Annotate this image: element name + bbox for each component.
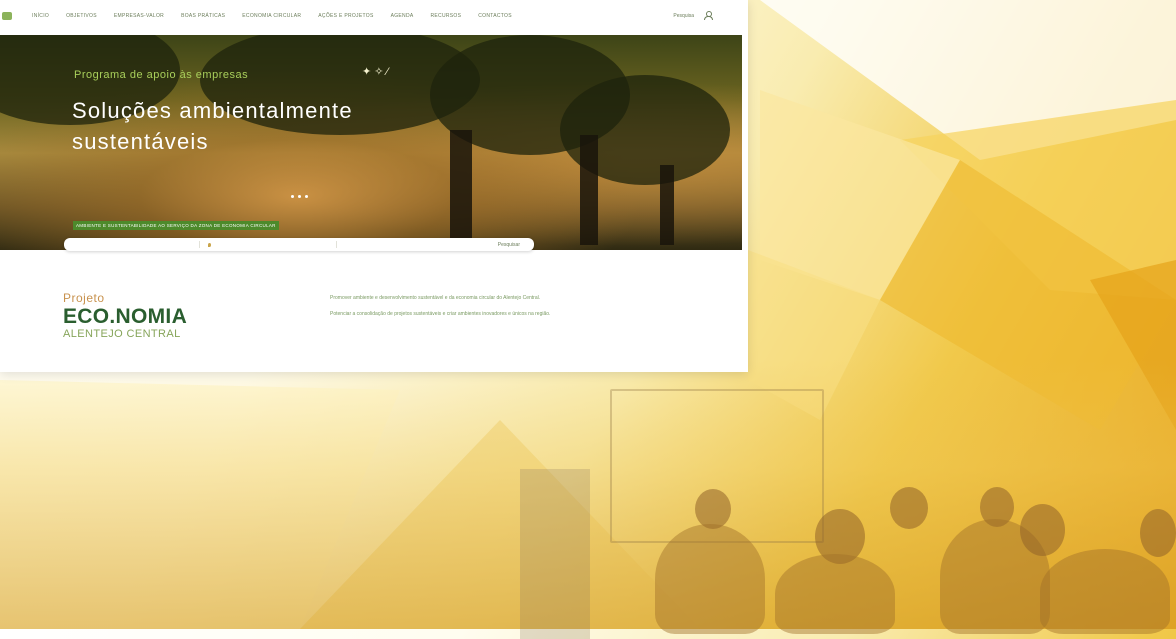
search-button[interactable]: Pesquisar: [498, 242, 520, 248]
search-input[interactable]: [74, 241, 200, 248]
audience-head: [1140, 509, 1176, 557]
nav-item[interactable]: Ações e projetos: [318, 13, 373, 19]
user-icon[interactable]: [704, 11, 713, 20]
search-bar: Pesquisar: [64, 238, 534, 251]
audience-person: [1040, 549, 1170, 634]
location-pin-icon: [208, 242, 211, 247]
nav-item[interactable]: Recursos: [431, 13, 462, 19]
carousel-dots[interactable]: [291, 195, 308, 198]
hero-title: Soluções ambientalmente sustentáveis: [72, 98, 353, 154]
location-field[interactable]: [208, 241, 337, 248]
audience-person: [775, 554, 895, 634]
nav-item[interactable]: Contactos: [478, 13, 512, 19]
website-screenshot: Início Objetivos Empresas-Valor Boas prá…: [0, 0, 748, 372]
intro-text: Promover ambiente e desenvolvimento sust…: [330, 294, 565, 326]
nav-item[interactable]: Agenda: [391, 13, 414, 19]
hero-subtitle: Programa de apoio às empresas: [74, 69, 249, 81]
intro-paragraph: Potenciar a consolidação de projetos sus…: [330, 311, 551, 317]
audience-person: [655, 524, 765, 634]
nav-item[interactable]: Objetivos: [66, 13, 97, 19]
tree-trunk: [660, 165, 674, 245]
tree-trunk: [580, 135, 598, 245]
nav-item[interactable]: Empresas-Valor: [114, 13, 164, 19]
category-field[interactable]: [345, 241, 465, 248]
audience-head: [695, 489, 731, 529]
audience-head: [1020, 504, 1065, 556]
podium: [520, 469, 590, 639]
hero-tagline: Ambiente e sustentabilidade ao serviço d…: [73, 221, 279, 230]
nav-item[interactable]: Início: [32, 13, 49, 19]
audience-head: [890, 487, 928, 529]
hero-banner: ✦ ✧ ⁄ Programa de apoio às empresas Solu…: [0, 35, 742, 250]
nav-menu: Início Objetivos Empresas-Valor Boas prá…: [32, 13, 512, 19]
logo-prefix: Projeto: [63, 291, 105, 305]
intro-paragraph: Promover ambiente e desenvolvimento sust…: [330, 295, 541, 301]
logo-main: ECO.NOMIA: [63, 305, 188, 328]
logo-subtitle: ALENTEJO CENTRAL: [63, 328, 181, 340]
nav-item[interactable]: Boas práticas: [181, 13, 225, 19]
top-navigation: Início Objetivos Empresas-Valor Boas prá…: [0, 0, 748, 32]
project-logo: Projeto ECO.NOMIA ALENTEJO CENTRAL: [63, 291, 187, 340]
sparkle-icon: ✦ ✧ ⁄: [362, 66, 389, 78]
audience-photo: [0, 359, 1176, 639]
nav-right: Pesquisa: [673, 11, 713, 20]
site-logo-icon[interactable]: [2, 12, 12, 20]
nav-item[interactable]: Economia circular: [242, 13, 301, 19]
search-link[interactable]: Pesquisa: [673, 13, 694, 19]
